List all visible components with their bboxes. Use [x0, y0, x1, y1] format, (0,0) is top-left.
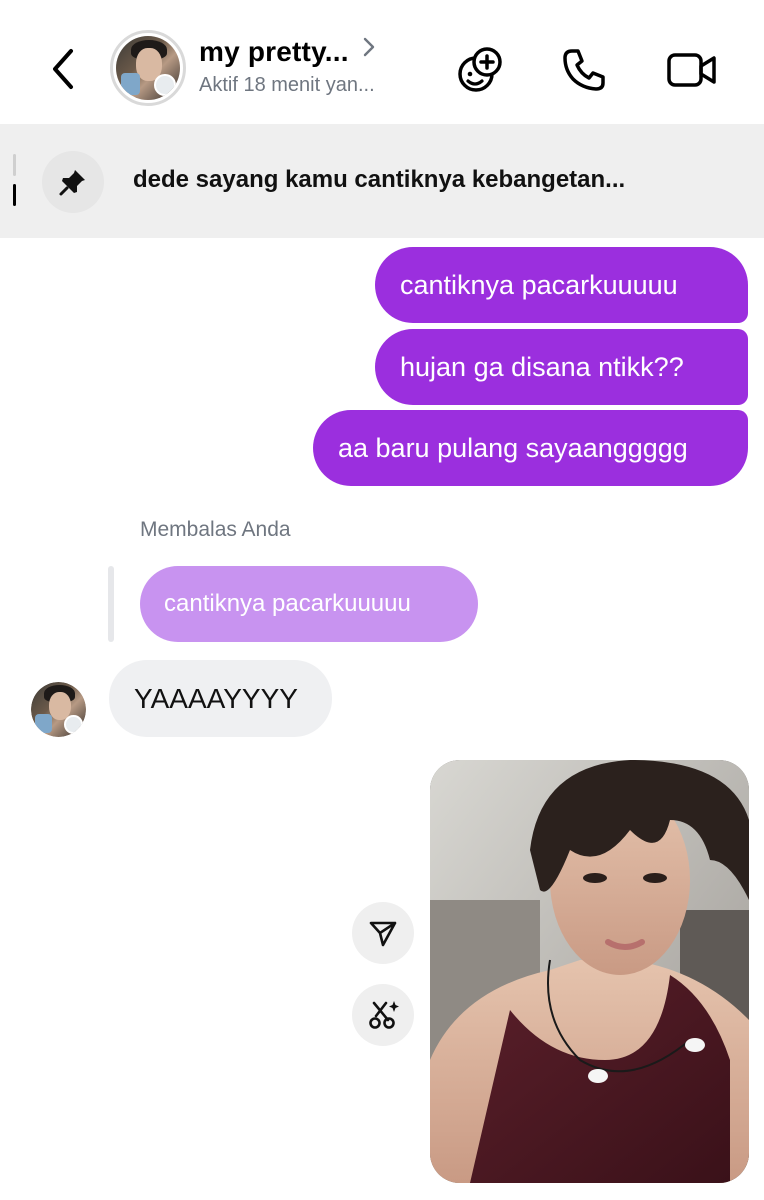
back-button[interactable] — [40, 44, 84, 94]
contact-avatar[interactable] — [110, 30, 186, 106]
chevron-right-icon — [363, 37, 375, 57]
outgoing-message[interactable]: hujan ga disana ntikk?? — [375, 329, 748, 405]
reply-indicator — [108, 566, 114, 642]
avatar-image — [31, 682, 86, 737]
share-icon — [369, 921, 397, 947]
remix-button[interactable] — [352, 984, 414, 1046]
voice-call-button[interactable] — [558, 44, 610, 96]
video-camera-icon — [667, 53, 716, 87]
pin-icon — [59, 170, 85, 196]
incoming-message[interactable]: YAAAAYYYY — [109, 660, 332, 737]
quoted-message[interactable]: cantiknya pacarkuuuuu — [140, 566, 478, 642]
sender-avatar[interactable] — [31, 682, 86, 737]
chat-header: my pretty... Aktif 18 menit yan... — [0, 0, 764, 124]
pin-badge — [42, 151, 104, 213]
photo-message[interactable] — [430, 760, 749, 1183]
remix-icon — [369, 1001, 399, 1029]
sticker-add-icon — [458, 47, 502, 92]
outgoing-message[interactable]: aa baru pulang sayaanggggg — [313, 410, 748, 486]
pinned-indicator — [13, 154, 16, 206]
selfie-image — [430, 760, 749, 1183]
pinned-message-text: dede sayang kamu cantiknya kebangetan... — [133, 166, 626, 193]
contact-title[interactable]: my pretty... Aktif 18 menit yan... — [199, 36, 439, 97]
phone-icon — [563, 49, 605, 91]
chevron-left-icon — [53, 49, 73, 89]
avatar-image — [116, 36, 180, 100]
chat-name: my pretty... — [199, 36, 349, 67]
active-status: Aktif 18 menit yan... — [199, 74, 375, 96]
outgoing-message[interactable]: cantiknya pacarkuuuuu — [375, 247, 748, 323]
share-button[interactable] — [352, 902, 414, 964]
reply-label: Membalas Anda — [140, 518, 291, 541]
sticker-add-button[interactable] — [454, 44, 506, 96]
video-call-button[interactable] — [666, 44, 718, 96]
